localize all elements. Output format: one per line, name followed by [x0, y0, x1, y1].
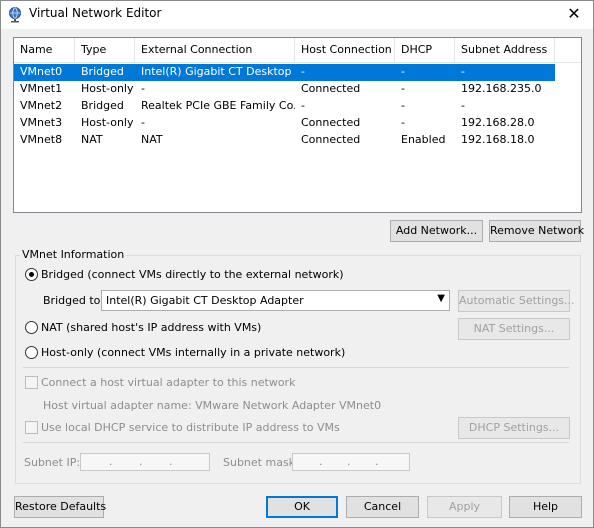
- cell-dhcp: -: [401, 82, 405, 95]
- cancel-button[interactable]: Cancel: [346, 496, 419, 518]
- cell-external-connection: -: [141, 116, 145, 129]
- cell-type: Host-only: [81, 116, 134, 129]
- adapter-name-text: Host virtual adapter name: VMware Networ…: [43, 399, 382, 412]
- column-header-type[interactable]: Type: [75, 38, 135, 63]
- column-header-external-connection[interactable]: External Connection: [135, 38, 295, 63]
- cell-type: Bridged: [81, 99, 124, 112]
- cell-type: Host-only: [81, 82, 134, 95]
- cell-dhcp: -: [401, 65, 405, 78]
- subnet-ip-label: Subnet IP:: [24, 456, 81, 469]
- connect-adapter-checkbox[interactable]: [25, 376, 38, 389]
- cell-name: VMnet0: [20, 65, 63, 78]
- subnet-mask-field[interactable]: . . .: [292, 453, 410, 471]
- column-header-dhcp[interactable]: DHCP: [395, 38, 455, 63]
- nat-radio[interactable]: [25, 321, 38, 334]
- cell-name: VMnet1: [20, 82, 63, 95]
- cell-subnet-address: 192.168.28.0: [461, 116, 535, 129]
- cell-external-connection: -: [141, 82, 145, 95]
- cell-external-connection: NAT: [141, 133, 163, 146]
- title-bar: Virtual Network Editor ✕: [1, 1, 593, 29]
- network-table[interactable]: Name Type External Connection Host Conne…: [13, 37, 582, 213]
- cell-host-connection: -: [301, 99, 305, 112]
- table-row[interactable]: VMnet3 Host-only - Connected - 192.168.2…: [14, 115, 555, 132]
- dhcp-label[interactable]: Use local DHCP service to distribute IP …: [41, 421, 340, 434]
- bridged-radio-label[interactable]: Bridged (connect VMs directly to the ext…: [41, 268, 344, 281]
- subnet-mask-label: Subnet mask:: [223, 456, 299, 469]
- divider: [23, 367, 569, 368]
- virtual-network-editor-window: Virtual Network Editor ✕ Name Type Exter…: [0, 0, 594, 528]
- cell-subnet-address: -: [461, 65, 465, 78]
- column-header-name[interactable]: Name: [14, 38, 75, 63]
- cell-host-connection: Connected: [301, 82, 361, 95]
- table-header: Name Type External Connection Host Conne…: [14, 38, 581, 63]
- add-network-button[interactable]: Add Network...: [390, 220, 483, 242]
- network-globe-icon: [9, 7, 21, 23]
- dhcp-settings-button[interactable]: DHCP Settings...: [458, 417, 570, 439]
- host-only-radio-label[interactable]: Host-only (connect VMs internally in a p…: [41, 346, 345, 359]
- cell-name: VMnet3: [20, 116, 63, 129]
- restore-defaults-button[interactable]: Restore Defaults: [14, 496, 106, 518]
- bridged-to-value: Intel(R) Gigabit CT Desktop Adapter: [106, 294, 304, 307]
- help-button[interactable]: Help: [509, 496, 582, 518]
- subnet-ip-field[interactable]: . . .: [80, 453, 210, 471]
- dhcp-checkbox[interactable]: [25, 421, 38, 434]
- remove-network-button[interactable]: Remove Network: [489, 220, 584, 242]
- cell-host-connection: -: [301, 65, 305, 78]
- cell-dhcp: Enabled: [401, 133, 446, 146]
- divider: [23, 442, 569, 443]
- connect-adapter-label[interactable]: Connect a host virtual adapter to this n…: [41, 376, 295, 389]
- nat-radio-label[interactable]: NAT (shared host's IP address with VMs): [41, 321, 261, 334]
- bridged-to-dropdown[interactable]: Intel(R) Gigabit CT Desktop Adapter ▼: [101, 290, 450, 311]
- nat-settings-button[interactable]: NAT Settings...: [458, 318, 570, 340]
- cell-type: Bridged: [81, 65, 124, 78]
- cell-subnet-address: -: [461, 99, 465, 112]
- apply-button[interactable]: Apply: [427, 496, 502, 518]
- column-header-subnet-address[interactable]: Subnet Address: [455, 38, 555, 63]
- cell-dhcp: -: [401, 99, 405, 112]
- cell-host-connection: Connected: [301, 116, 361, 129]
- table-row[interactable]: VMnet0 Bridged Intel(R) Gigabit CT Deskt…: [14, 64, 555, 81]
- close-icon[interactable]: ✕: [561, 3, 587, 25]
- cell-subnet-address: 192.168.18.0: [461, 133, 535, 146]
- ok-button[interactable]: OK: [266, 496, 338, 518]
- cell-dhcp: -: [401, 116, 405, 129]
- table-row[interactable]: VMnet8 NAT NAT Connected Enabled 192.168…: [14, 132, 555, 149]
- column-header-host-connection[interactable]: Host Connection: [295, 38, 395, 63]
- bridged-to-label: Bridged to:: [43, 294, 105, 307]
- automatic-settings-button[interactable]: Automatic Settings...: [458, 290, 575, 312]
- cell-type: NAT: [81, 133, 103, 146]
- cell-name: VMnet8: [20, 133, 63, 146]
- bridged-radio[interactable]: [25, 268, 38, 281]
- cell-name: VMnet2: [20, 99, 63, 112]
- vmnet-information-label: VMnet Information: [20, 248, 127, 261]
- table-row[interactable]: VMnet1 Host-only - Connected - 192.168.2…: [14, 81, 555, 98]
- table-row[interactable]: VMnet2 Bridged Realtek PCIe GBE Family C…: [14, 98, 555, 115]
- host-only-radio[interactable]: [25, 346, 38, 359]
- chevron-down-icon: ▼: [437, 293, 445, 304]
- window-title: Virtual Network Editor: [29, 6, 162, 20]
- cell-external-connection: Realtek PCIe GBE Family Co...: [141, 99, 295, 112]
- cell-external-connection: Intel(R) Gigabit CT Desktop ...: [141, 65, 295, 78]
- cell-subnet-address: 192.168.235.0: [461, 82, 542, 95]
- cell-host-connection: Connected: [301, 133, 361, 146]
